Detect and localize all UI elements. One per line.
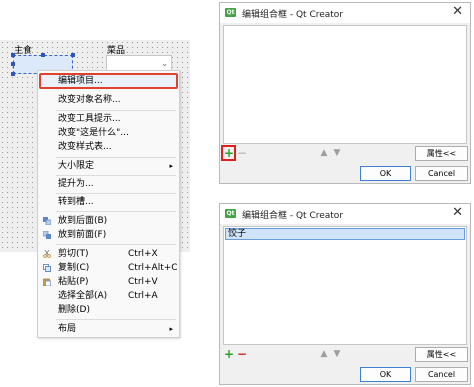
edit-combobox-dialog-empty: Qt 编辑组合框 - Qt Creator ✕ + − ▲ ▼ 属性<< OK … [219, 2, 471, 184]
cancel-button[interactable]: Cancel [415, 367, 468, 382]
cancel-button[interactable]: Cancel [415, 166, 468, 181]
qt-logo-icon: Qt [225, 8, 236, 17]
menu-item-label: 改变工具提示... [58, 114, 121, 124]
ok-button[interactable]: OK [360, 166, 411, 181]
menu-separator [56, 157, 176, 158]
menu-item-delete[interactable]: 删除(D) [38, 303, 179, 317]
move-up-icon[interactable]: ▲ [318, 147, 330, 159]
dialog-titlebar: Qt 编辑组合框 - Qt Creator ✕ [220, 204, 470, 224]
menu-item-label: 布局 [58, 324, 77, 334]
resize-handle[interactable] [11, 53, 15, 57]
items-list[interactable] [223, 25, 467, 144]
menu-separator [56, 319, 176, 320]
paste-icon [43, 278, 51, 286]
menu-item-label: 放到后面(B) [58, 216, 108, 226]
menu-separator [56, 175, 176, 176]
resize-handle[interactable] [11, 72, 15, 76]
close-icon[interactable]: ✕ [452, 4, 463, 19]
menu-item-change-object-name[interactable]: 改变对象名称... [38, 93, 179, 107]
resize-handle[interactable] [71, 53, 75, 57]
ok-button[interactable]: OK [360, 367, 411, 382]
move-down-icon[interactable]: ▼ [331, 147, 343, 159]
menu-separator [56, 193, 176, 194]
menu-item-go-to-slot[interactable]: 转到槽... [38, 195, 179, 209]
dialog-title: 编辑组合框 - Qt Creator [242, 211, 344, 221]
properties-button[interactable]: 属性<< [415, 146, 468, 161]
move-up-icon[interactable]: ▲ [318, 348, 330, 360]
menu-item-label: 改变样式表... [58, 142, 112, 152]
properties-button[interactable]: 属性<< [415, 347, 468, 362]
cut-icon [43, 250, 51, 258]
menu-shortcut: Ctrl+V [128, 277, 158, 287]
context-menu: 编辑项目... 改变对象名称... 改变工具提示... 改变"这是什么"... … [37, 70, 180, 338]
menu-item-label: 放到前面(F) [58, 230, 107, 240]
menu-separator [56, 110, 176, 111]
menu-item-label: 选择全部(A) [58, 291, 108, 301]
menu-item-change-stylesheet[interactable]: 改变样式表... [38, 140, 179, 154]
menu-item-bring-to-front[interactable]: 放到前面(F) [38, 228, 179, 242]
menu-item-label: 大小限定 [58, 161, 95, 171]
menu-item-promote-to[interactable]: 提升为... [38, 177, 179, 191]
menu-item-label: 改变对象名称... [58, 95, 121, 105]
chevron-down-icon: ⌄ [161, 59, 168, 68]
menu-item-size-constraints[interactable]: 大小限定 ▸ [38, 159, 179, 173]
move-down-icon[interactable]: ▼ [331, 348, 343, 360]
menu-separator [56, 244, 176, 245]
bring-to-front-icon [43, 231, 51, 239]
menu-item-change-whats-this[interactable]: 改变"这是什么"... [38, 126, 179, 140]
menu-item-change-tooltip[interactable]: 改变工具提示... [38, 112, 179, 126]
items-list[interactable]: 饺子 [223, 226, 467, 345]
menu-item-label: 改变"这是什么"... [58, 128, 129, 138]
dialog-title: 编辑组合框 - Qt Creator [242, 10, 344, 20]
menu-item-label: 剪切(T) [58, 249, 89, 259]
resize-handle[interactable] [11, 62, 15, 66]
close-icon[interactable]: ✕ [452, 205, 463, 220]
menu-item-label: 转到槽... [58, 197, 94, 207]
submenu-arrow-icon: ▸ [169, 325, 173, 333]
add-item-icon[interactable]: + [223, 147, 235, 159]
menu-shortcut: Ctrl+Alt+C [128, 263, 178, 273]
send-to-back-icon [43, 217, 51, 225]
submenu-arrow-icon: ▸ [169, 162, 173, 170]
menu-separator [56, 211, 176, 212]
menu-item-layout[interactable]: 布局 ▸ [38, 322, 179, 336]
menu-shortcut: Ctrl+X [128, 249, 158, 259]
copy-icon [43, 264, 51, 272]
remove-item-icon[interactable]: − [236, 348, 248, 360]
menu-item-send-to-back[interactable]: 放到后面(B) [38, 214, 179, 228]
menu-item-label: 编辑项目... [58, 76, 103, 86]
qt-logo-icon: Qt [225, 209, 236, 218]
edit-combobox-dialog-filled: Qt 编辑组合框 - Qt Creator ✕ 饺子 + − ▲ ▼ 属性<< … [219, 203, 471, 385]
menu-item-edit-items[interactable]: 编辑项目... [38, 74, 179, 88]
menu-shortcut: Ctrl+A [128, 291, 158, 301]
menu-item-select-all[interactable]: 选择全部(A) Ctrl+A [38, 289, 179, 303]
menu-item-label: 提升为... [58, 179, 94, 189]
remove-item-icon[interactable]: − [236, 147, 248, 159]
add-item-icon[interactable]: + [223, 348, 235, 360]
menu-item-copy[interactable]: 复制(C) Ctrl+Alt+C [38, 261, 179, 275]
resize-handle[interactable] [41, 53, 45, 57]
list-item[interactable]: 饺子 [225, 228, 465, 240]
menu-item-label: 粘贴(P) [58, 277, 89, 287]
menu-item-paste[interactable]: 粘贴(P) Ctrl+V [38, 275, 179, 289]
menu-item-label: 删除(D) [58, 305, 90, 315]
dialog-titlebar: Qt 编辑组合框 - Qt Creator ✕ [220, 3, 470, 23]
menu-item-label: 复制(C) [58, 263, 90, 273]
menu-item-cut[interactable]: 剪切(T) Ctrl+X [38, 247, 179, 261]
